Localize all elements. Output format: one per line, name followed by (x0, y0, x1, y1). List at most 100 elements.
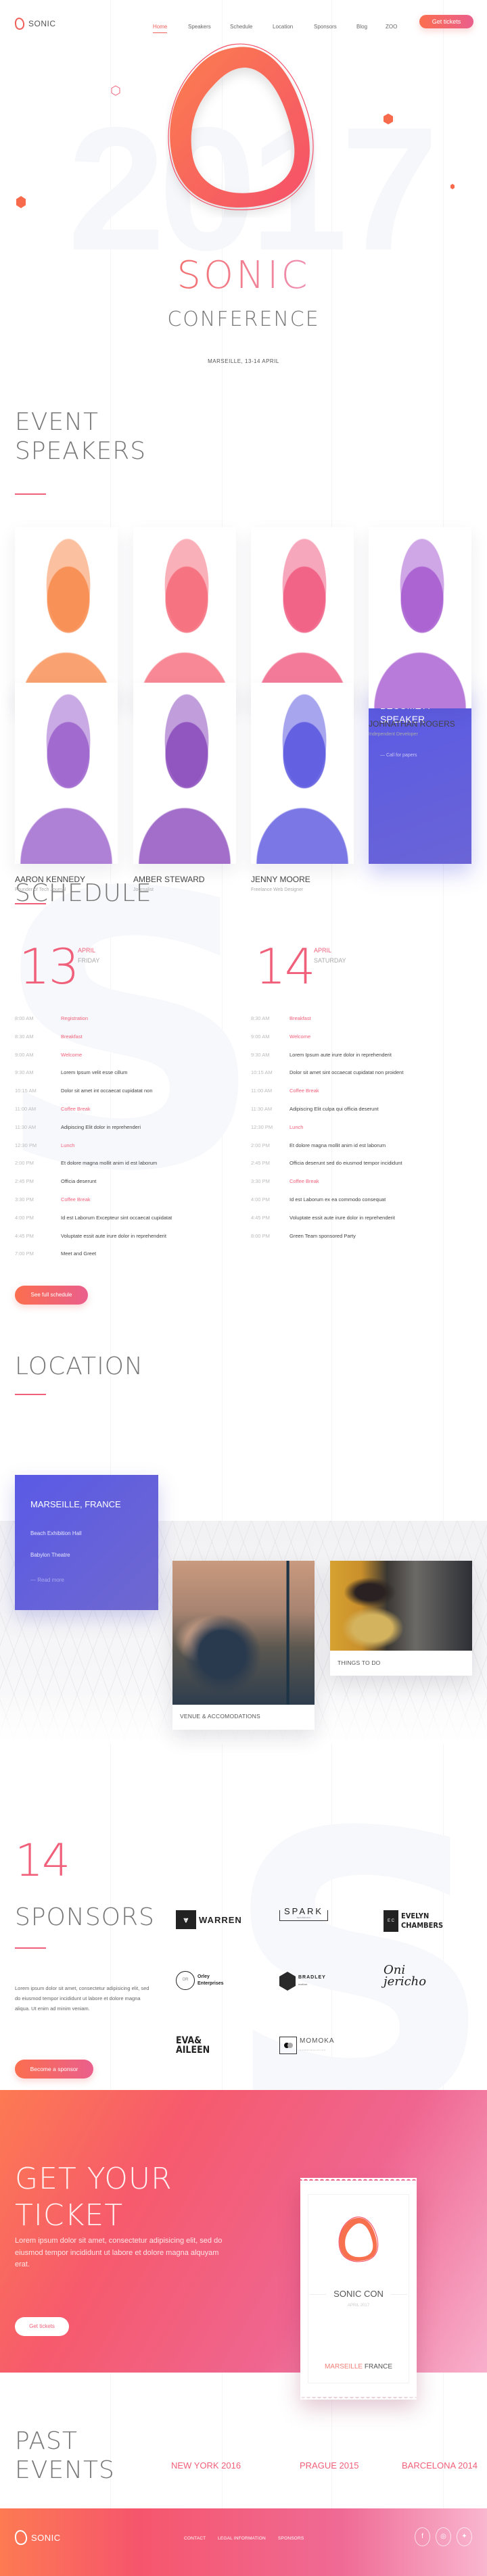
schedule-time: 3:30 PM (251, 1178, 270, 1185)
schedule-session-title: Lorem Ipsum velit esse cillum (61, 1069, 128, 1076)
sponsor-count: 14 (15, 1834, 70, 1887)
sonic-ring-icon (14, 2529, 28, 2546)
day-number: 14 (255, 938, 316, 995)
schedule-session-title: Officia deserunt sed do eiusmod tempor i… (289, 1160, 402, 1167)
schedule-time: 10:15 AM (251, 1069, 273, 1076)
footer-link-legal[interactable]: LEGAL INFORMATION (218, 2536, 266, 2541)
speaker-card[interactable] (251, 527, 354, 708)
speaker-card[interactable] (369, 527, 471, 708)
speaker-card[interactable] (15, 683, 118, 864)
venue-name: Beach Exhibition Hall (30, 1530, 82, 1536)
speakers-title: EVENT SPEAKERS (15, 408, 146, 466)
sponsor-logo-eva-aileen[interactable]: EVA& AILEEN (176, 2036, 210, 2055)
speaker-photo (251, 683, 354, 864)
speaker-card[interactable] (251, 683, 354, 864)
footer-link-sponsors[interactable]: SPONSORS (278, 2536, 304, 2541)
schedule-time: 4:45 PM (251, 1214, 270, 1221)
see-full-schedule-button[interactable]: See full schedule (15, 1286, 88, 1305)
schedule-time: 8:00 AM (15, 1015, 34, 1021)
nav-item-location[interactable]: Location (273, 24, 293, 30)
nav-item-schedule[interactable]: Schedule (230, 24, 252, 30)
venue-card-label: VENUE & ACCOMODATIONS (180, 1713, 260, 1720)
speaker-name: AMBER STEWARD (133, 875, 205, 884)
sponsor-logo-momoka[interactable]: MOMOKA COMMUNICATION (279, 2037, 335, 2054)
schedule-session-title: Lunch (289, 1123, 304, 1130)
facebook-icon[interactable]: f (415, 2527, 430, 2546)
call-for-papers-link[interactable]: — Call for papers (380, 753, 417, 758)
past-event-barcelona[interactable]: BARCELONA 2014 (402, 2460, 478, 2471)
sponsor-logo-spark[interactable]: SPARK TECHNOLOGY (279, 1906, 329, 1921)
become-sponsor-button[interactable]: Become a sponsor (15, 2060, 93, 2079)
sponsor-logo-oni-jericho[interactable]: Oni jericho (384, 1964, 426, 1988)
schedule-session-title: Lorem Ipsum aute irure dolor in reprehen… (289, 1051, 392, 1058)
speaker-card[interactable] (133, 683, 236, 864)
warren-mark-icon: ⩔ (176, 1910, 196, 1929)
schedule-time: 2:00 PM (251, 1142, 270, 1148)
schedule-session-title: Voluptate essit aute irure dolor in repr… (61, 1232, 166, 1239)
footer-logo[interactable]: SONIC (14, 2529, 61, 2546)
schedule-session-title: Voluptate essit aute irure dolor in repr… (289, 1214, 395, 1221)
nav-item-zoo[interactable]: ZOO (386, 24, 397, 30)
schedule-session-title: Registration (61, 1015, 89, 1021)
speaker-role: Freelance Web Designer (251, 888, 304, 892)
day-month: APRIL (314, 947, 332, 954)
schedule-session-title: Id est Laborum Excepteur sint occaecat c… (61, 1214, 172, 1221)
get-tickets-button-secondary[interactable]: Get tickets (15, 2317, 69, 2336)
schedule-session-title: Coffee Break (61, 1196, 91, 1202)
ticket-country: FRANCE (364, 2363, 393, 2371)
nav-item-blog[interactable]: Blog (356, 24, 367, 30)
schedule-session-title: Lunch (61, 1142, 75, 1148)
become-speaker-card[interactable]: BECOME A SPEAKER — Call for papers (369, 683, 471, 864)
venue-accommodations-card[interactable]: VENUE & ACCOMODATIONS (172, 1561, 315, 1730)
speaker-role: Independent Developer (369, 732, 418, 737)
speaker-photo (15, 683, 118, 864)
read-more-link[interactable]: — Read more (30, 1577, 64, 1583)
schedule-session-title: Coffee Break (289, 1088, 319, 1094)
schedule-time: 12:30 PM (251, 1123, 273, 1130)
schedule-session-title: Coffee Break (289, 1178, 319, 1185)
day-weekday: SATURDAY (314, 957, 346, 964)
sonic-ring-icon (14, 17, 26, 30)
things-to-do-card[interactable]: THINGS TO DO (330, 1561, 472, 1676)
footer-link-contact[interactable]: CONTACT (184, 2536, 206, 2541)
hexagon-decoration (16, 196, 26, 208)
schedule-session-title: Welcome (61, 1051, 83, 1058)
sponsor-logo-bradley[interactable]: BRADLEY motion (279, 1972, 326, 1991)
nav-item-speakers[interactable]: Speakers (188, 24, 211, 30)
past-event-new-york[interactable]: NEW YORK 2016 (171, 2460, 241, 2471)
hero-title: SONIC (0, 253, 487, 297)
sponsor-name-line2: CHAMBERS (401, 1921, 444, 1930)
sponsor-logo-evelyn-chambers[interactable]: E C EVELYN CHAMBERS (384, 1910, 443, 1932)
speaker-card[interactable] (15, 527, 118, 708)
day-number: 13 (19, 938, 80, 995)
nav-item-home[interactable]: Home (153, 24, 168, 33)
sponsor-name-line2: Enterprises (198, 1981, 224, 1986)
past-title-line2: EVENTS (15, 2456, 115, 2485)
nav-item-sponsors[interactable]: Sponsors (314, 24, 337, 30)
footer-brand-name: SONIC (31, 2532, 61, 2543)
schedule-session-title: Dolor sit amet sint occaecat cupidatat n… (289, 1069, 404, 1076)
things-to-do-photo (330, 1561, 472, 1651)
speaker-card[interactable] (133, 527, 236, 708)
schedule-time: 8:30 AM (15, 1033, 34, 1040)
twitter-icon[interactable]: ✦ (457, 2527, 472, 2546)
past-event-prague[interactable]: PRAGUE 2015 (300, 2460, 358, 2471)
schedule-session-title: Welcome (289, 1033, 311, 1040)
sponsor-name-line1: Orley (198, 1974, 210, 1980)
day-month: APRIL (78, 947, 96, 954)
sponsor-logo-warren[interactable]: ⩔ WARREN (176, 1910, 242, 1929)
sponsor-logo-orley[interactable]: OR Orley Enterprises (176, 1971, 224, 1990)
instagram-icon[interactable]: ◎ (436, 2527, 451, 2546)
page: SONIC Home Speakers Schedule Location Sp… (0, 0, 487, 2576)
schedule-session-title: Adipiscing Elit culpa qui officia deseru… (289, 1106, 379, 1112)
get-tickets-button[interactable]: Get tickets (419, 15, 473, 28)
sponsors-title: SPONSORS (15, 1903, 155, 1931)
location-card: MARSEILLE, FRANCE Beach Exhibition Hall … (15, 1475, 158, 1610)
brand-name: SONIC (28, 19, 56, 28)
location-city: MARSEILLE, FRANCE (30, 1499, 121, 1509)
speaker-name: JOHNATHAN ROGERS (369, 719, 455, 729)
location-title: LOCATION (15, 1353, 143, 1380)
sonic-ring-logo-icon (168, 43, 314, 211)
brand-logo[interactable]: SONIC (14, 17, 56, 30)
schedule-time: 8:00 PM (251, 1232, 270, 1239)
